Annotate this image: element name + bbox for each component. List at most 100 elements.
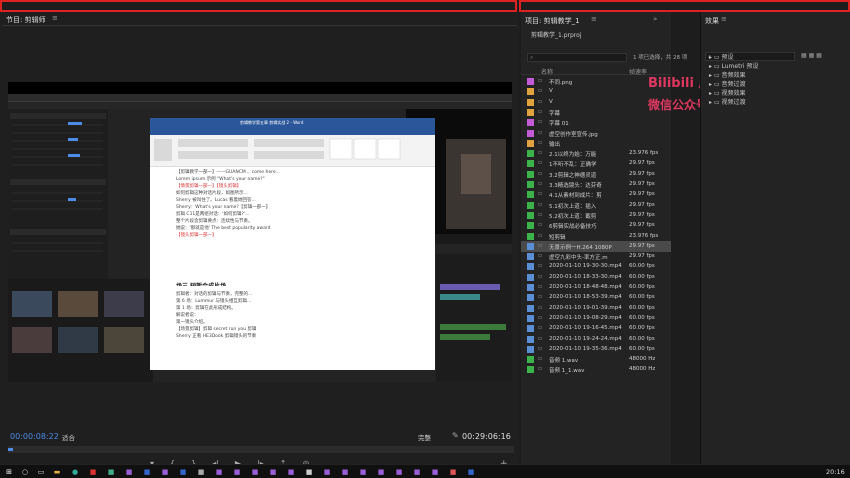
app-icon[interactable]: ■ [376, 467, 386, 477]
label-color-swatch[interactable] [527, 345, 534, 353]
app-icon[interactable]: ■ [286, 467, 296, 477]
app-icon[interactable]: ■ [106, 467, 116, 477]
label-color-swatch[interactable] [527, 129, 534, 137]
project-item-name: 2020-01-10 19-16-45.mp4 [549, 325, 622, 332]
project-item[interactable]: ▫ 音频 1_1.wav 48000 Hz [521, 364, 671, 375]
file-type-icon: ▫ [538, 272, 543, 280]
label-color-swatch[interactable] [527, 263, 534, 271]
file-type-icon: ▫ [538, 252, 543, 260]
label-color-swatch[interactable] [527, 242, 534, 250]
effects-item-presets[interactable]: ▸ ▭ 预设 [709, 52, 734, 61]
label-color-swatch[interactable] [527, 253, 534, 261]
program-title[interactable]: 节目: 剪辑师 [6, 15, 46, 25]
project-item-framerate: 23.976 fps [629, 232, 659, 239]
project-search-input[interactable]: ⌕ [527, 53, 627, 62]
photoshop-icon[interactable]: ■ [142, 467, 152, 477]
nested-menu-bar [8, 102, 512, 109]
folder-icon: ▸ ▭ [709, 54, 722, 61]
effects-item-audio-transitions[interactable]: ▸ ▭ 音频过渡 [709, 79, 746, 88]
current-timecode[interactable]: 00:00:08:22 [10, 432, 59, 441]
after-effects-icon[interactable]: ■ [160, 467, 170, 477]
expand-icon[interactable]: » [653, 15, 657, 23]
effects-item-video-transitions[interactable]: ▸ ▭ 视频过渡 [709, 97, 746, 106]
app-icon[interactable]: ■ [268, 467, 278, 477]
label-color-swatch[interactable] [527, 314, 534, 322]
project-item-name: 虚空创作室宣传.jpg [549, 131, 598, 138]
project-tab[interactable]: 项目: 剪辑教学_1 [525, 16, 580, 26]
app-icon[interactable]: ■ [466, 467, 476, 477]
playhead-scrubber[interactable] [8, 446, 514, 453]
panel-menu-icon[interactable]: ≡ [721, 15, 727, 23]
thumbnail [12, 327, 52, 353]
label-color-swatch[interactable] [527, 222, 534, 230]
system-clock[interactable]: 20:16 [826, 468, 845, 476]
name-column-header[interactable]: 名称 [541, 67, 553, 76]
windows-start-icon[interactable]: ⊞ [4, 467, 14, 477]
label-color-swatch[interactable] [527, 160, 534, 168]
word-icon[interactable]: ■ [178, 467, 188, 477]
effects-item-audio-effects[interactable]: ▸ ▭ 音频效果 [709, 70, 746, 79]
label-color-swatch[interactable] [527, 150, 534, 158]
word-ribbon-graphic [154, 138, 401, 161]
label-color-swatch[interactable] [527, 232, 534, 240]
app-icon[interactable]: ■ [412, 467, 422, 477]
effects-item-video-effects[interactable]: ▸ ▭ 视频效果 [709, 88, 746, 97]
app-icon[interactable]: ■ [322, 467, 332, 477]
label-color-swatch[interactable] [527, 98, 534, 106]
effects-item-lumetri[interactable]: ▸ ▭ Lumetri 预设 [709, 61, 758, 70]
search-icon[interactable]: ○ [20, 467, 30, 477]
quality-dropdown[interactable]: 完整 [418, 432, 431, 442]
wrench-icon[interactable]: ✎ [452, 431, 459, 440]
effects-item-label: Lumetri 预设 [721, 63, 759, 70]
label-color-swatch[interactable] [527, 366, 534, 374]
label-color-swatch[interactable] [527, 211, 534, 219]
framerate-column-header[interactable]: 帧速率 [629, 67, 647, 76]
label-color-swatch[interactable] [527, 294, 534, 302]
panel-menu-icon[interactable]: ≡ [591, 15, 597, 23]
app-icon[interactable]: ■ [448, 467, 458, 477]
project-item-name: 2020-01-10 19-30-30.mp4 [549, 263, 622, 270]
label-color-swatch[interactable] [527, 304, 534, 312]
label-color-swatch[interactable] [527, 119, 534, 127]
label-color-swatch[interactable] [527, 170, 534, 178]
label-color-swatch[interactable] [527, 273, 534, 281]
label-color-swatch[interactable] [527, 181, 534, 188]
app-icon[interactable]: ■ [214, 467, 224, 477]
app-icon[interactable]: ■ [358, 467, 368, 477]
label-color-swatch[interactable] [527, 325, 534, 333]
label-color-swatch[interactable] [527, 78, 534, 85]
label-color-swatch[interactable] [527, 139, 534, 147]
nested-effect-controls [8, 109, 108, 279]
file-type-icon: ▫ [538, 355, 543, 363]
panel-menu-icon[interactable]: ≡ [52, 14, 58, 22]
explorer-icon[interactable]: ▬ [52, 467, 62, 477]
label-color-swatch[interactable] [527, 284, 534, 291]
effects-tab[interactable]: 效果 [705, 16, 719, 26]
label-color-swatch[interactable] [527, 356, 534, 364]
app-icon[interactable]: ■ [304, 467, 314, 477]
project-item-name: 不同.png [549, 80, 573, 86]
effects-filter-icons[interactable]: ▦ ▦ ▦ [801, 52, 841, 60]
label-color-swatch[interactable] [527, 108, 534, 116]
file-type-icon: ▫ [538, 149, 543, 157]
nested-media-bin [8, 279, 153, 382]
fit-dropdown[interactable]: 适合 [62, 432, 75, 442]
app-icon[interactable]: ■ [232, 467, 242, 477]
premiere-icon[interactable]: ■ [124, 467, 134, 477]
app-icon[interactable]: ■ [196, 467, 206, 477]
app-icon[interactable]: ■ [340, 467, 350, 477]
app-icon[interactable]: ■ [88, 467, 98, 477]
app-icon[interactable]: ■ [394, 467, 404, 477]
word-page[interactable]: 【剪辑教学一部一】——GUANCM 、come here... Lorem ip… [176, 167, 435, 370]
browser-icon[interactable]: ● [70, 467, 80, 477]
label-color-swatch[interactable] [527, 201, 534, 209]
doc-line: 剪辑者：对话的剪辑与节奏，完整的... [176, 292, 253, 296]
task-view-icon[interactable]: ▭ [36, 467, 46, 477]
label-color-swatch[interactable] [527, 335, 534, 343]
app-icon[interactable]: ■ [430, 467, 440, 477]
label-color-swatch[interactable] [527, 191, 534, 199]
doc-heading: 场三 短暂合成片场 [176, 281, 406, 286]
file-type-icon: ▫ [538, 118, 543, 126]
label-color-swatch[interactable] [527, 88, 534, 96]
app-icon[interactable]: ■ [250, 467, 260, 477]
